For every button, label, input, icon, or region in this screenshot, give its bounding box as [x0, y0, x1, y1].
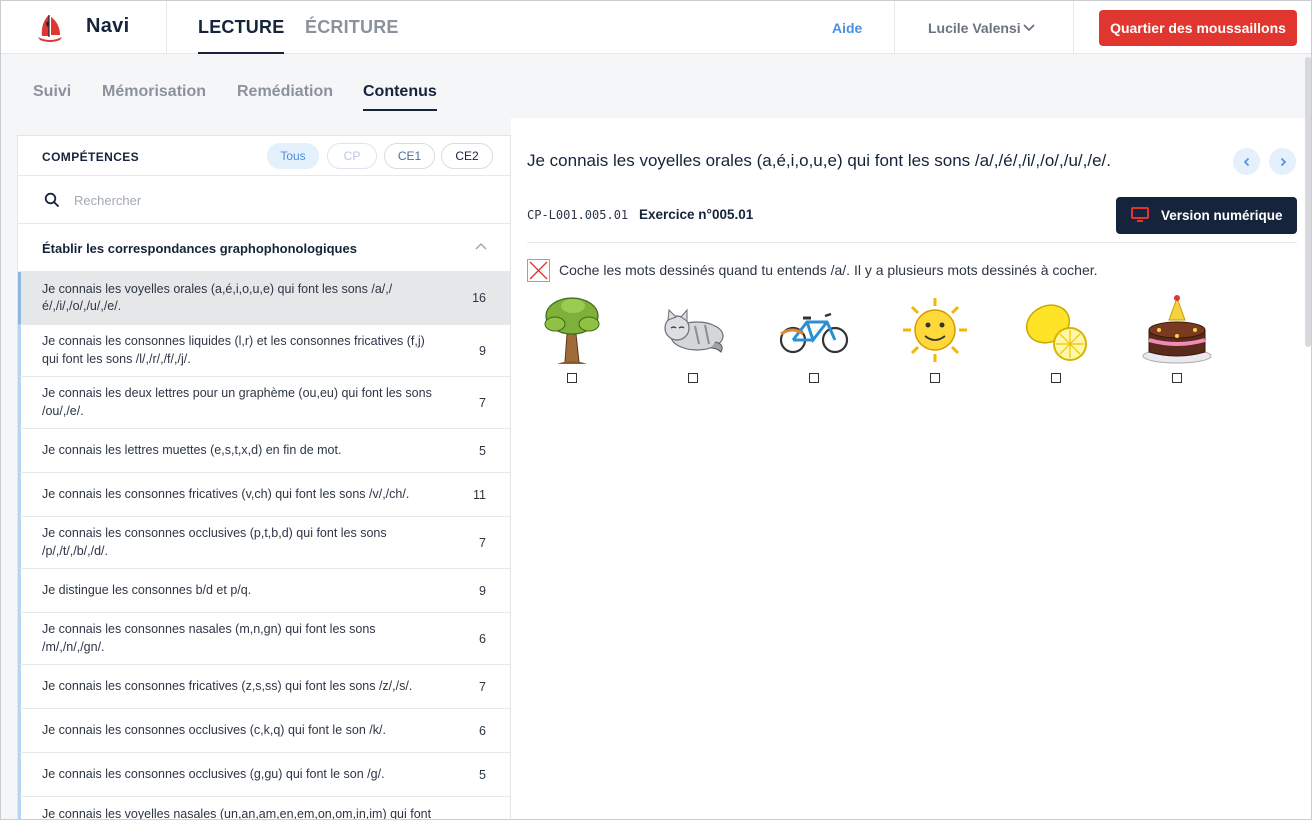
tab-lecture[interactable]: LECTURE [198, 17, 285, 54]
competence-text: Je distingue les consonnes b/d et p/q. [42, 582, 252, 597]
competence-text: Je connais les lettres muettes (e,s,t,x,… [42, 442, 342, 457]
competence-text: Je connais les consonnes occlusives (p,t… [42, 526, 387, 558]
exercise-count: 7 [479, 679, 486, 694]
exercise-count: 7 [479, 535, 486, 550]
subtab-suivi[interactable]: Suivi [33, 83, 71, 101]
competence-item[interactable]: Je connais les consonnes fricatives (v,c… [18, 473, 510, 517]
subtab-contenus[interactable]: Contenus [363, 83, 437, 111]
exercise-count: 9 [479, 583, 486, 598]
quartier-moussaillons-button[interactable]: Quartier des moussaillons [1099, 10, 1297, 46]
divider [527, 242, 1297, 243]
competence-text: Je connais les voyelles orales (a,é,i,o,… [42, 281, 393, 314]
exercise-count: 11 [473, 487, 486, 502]
page-scrollbar[interactable] [1305, 57, 1311, 347]
picture-checkbox[interactable] [930, 373, 940, 383]
competence-list: Je connais les voyelles orales (a,é,i,o,… [18, 272, 510, 820]
exercise-count: 6 [479, 723, 486, 738]
monitor-icon [1131, 207, 1149, 222]
competence-text: Je connais les consonnes fricatives (v,c… [42, 486, 410, 501]
chevron-down-icon[interactable] [1022, 20, 1036, 34]
help-link[interactable]: Aide [832, 20, 862, 36]
competence-item[interactable]: Je connais les consonnes fricatives (z,s… [18, 665, 510, 709]
sun-image [903, 298, 967, 362]
subtab-remediation[interactable]: Remédiation [237, 83, 333, 101]
cake-image [1142, 295, 1212, 364]
filter-ce1[interactable]: CE1 [384, 143, 435, 169]
next-button[interactable] [1269, 148, 1296, 175]
brand-name: Navi [86, 15, 130, 37]
competence-item[interactable]: Je connais les voyelles nasales (un,an,a… [18, 797, 510, 820]
picture-checkbox[interactable] [688, 373, 698, 383]
competence-text: Je connais les consonnes occlusives (c,k… [42, 722, 386, 737]
competences-header: COMPÉTENCES Tous CP CE1 CE2 [18, 136, 510, 176]
exercise-count: 5 [479, 767, 486, 782]
top-header: Navi LECTURE ÉCRITURE Aide Lucile Valens… [1, 1, 1311, 54]
competences-panel: COMPÉTENCES Tous CP CE1 CE2 Établir les … [17, 135, 511, 820]
chevron-left-icon [1243, 157, 1249, 166]
competence-text: Je connais les consonnes fricatives (z,s… [42, 678, 413, 693]
exercise-count: 9 [479, 343, 486, 358]
lemon-image [1025, 304, 1087, 361]
previous-button[interactable] [1233, 148, 1260, 175]
search-bar [18, 176, 510, 224]
header-divider [894, 1, 895, 54]
version-numerique-button[interactable]: Version numérique [1116, 197, 1297, 234]
filter-cp[interactable]: CP [327, 143, 377, 169]
sailboat-logo-icon [34, 12, 66, 44]
exercise-count: 16 [472, 291, 486, 305]
competence-text: Je connais les consonnes nasales (m,n,gn… [42, 622, 376, 654]
chevron-right-icon [1280, 157, 1286, 166]
exercise-instruction: Coche les mots dessinés quand tu entends… [559, 262, 1098, 278]
user-menu[interactable]: Lucile Valensi [928, 20, 1021, 36]
picture-checkbox[interactable] [809, 373, 819, 383]
header-divider [1073, 1, 1074, 54]
competence-item[interactable]: Je distingue les consonnes b/d et p/q. 9 [18, 569, 510, 613]
exercise-panel: Je connais les voyelles orales (a,é,i,o,… [511, 118, 1311, 819]
app-window: Navi LECTURE ÉCRITURE Aide Lucile Valens… [0, 0, 1312, 820]
competence-item[interactable]: Je connais les consonnes occlusives (g,g… [18, 753, 510, 797]
competence-text: Je connais les voyelles nasales (un,an,a… [42, 807, 432, 820]
group-title: Établir les correspondances graphophonol… [42, 241, 357, 256]
competence-text: Je connais les consonnes occlusives (g,g… [42, 766, 385, 781]
exercise-count: 7 [479, 395, 486, 410]
exercise-number: Exercice n°005.01 [639, 207, 754, 222]
competence-item[interactable]: Je connais les consonnes nasales (m,n,gn… [18, 613, 510, 665]
tab-ecriture[interactable]: ÉCRITURE [305, 17, 399, 38]
exercise-checkbox[interactable] [527, 259, 550, 282]
subtab-memorisation[interactable]: Mémorisation [102, 83, 206, 101]
exercise-title: Je connais les voyelles orales (a,é,i,o,… [527, 151, 1111, 170]
cross-icon [529, 261, 548, 280]
competence-item[interactable]: Je connais les voyelles orales (a,é,i,o,… [18, 272, 510, 325]
competences-title: COMPÉTENCES [42, 150, 140, 164]
competence-item[interactable]: Je connais les lettres muettes (e,s,t,x,… [18, 429, 510, 473]
search-input[interactable] [74, 189, 474, 211]
competence-item[interactable]: Je connais les consonnes occlusives (p,t… [18, 517, 510, 569]
chevron-up-icon[interactable] [474, 240, 488, 254]
competence-item[interactable]: Je connais les consonnes liquides (l,r) … [18, 325, 510, 377]
brand[interactable]: Navi [1, 1, 167, 54]
competence-text: Je connais les deux lettres pour un grap… [42, 386, 432, 418]
tree-image [544, 297, 600, 364]
exercise-code: CP-L001.005.01 [527, 208, 629, 222]
exercise-count: 6 [479, 631, 486, 646]
filter-tous[interactable]: Tous [267, 143, 319, 169]
competence-text: Je connais les consonnes liquides (l,r) … [42, 334, 425, 366]
exercise-count: 5 [479, 443, 486, 458]
competence-item[interactable]: Je connais les consonnes occlusives (c,k… [18, 709, 510, 753]
picture-checkbox[interactable] [1172, 373, 1182, 383]
competence-group-header[interactable]: Établir les correspondances graphophonol… [18, 224, 510, 272]
picture-checkbox[interactable] [567, 373, 577, 383]
bicycle-image [779, 312, 849, 354]
cat-image [664, 308, 724, 353]
search-icon [44, 192, 60, 208]
picture-checkbox[interactable] [1051, 373, 1061, 383]
sub-navigation: Suivi Mémorisation Remédiation Contenus [1, 54, 1311, 118]
competence-item[interactable]: Je connais les deux lettres pour un grap… [18, 377, 510, 429]
version-numerique-label: Version numérique [1161, 208, 1283, 223]
filter-ce2[interactable]: CE2 [441, 143, 493, 169]
